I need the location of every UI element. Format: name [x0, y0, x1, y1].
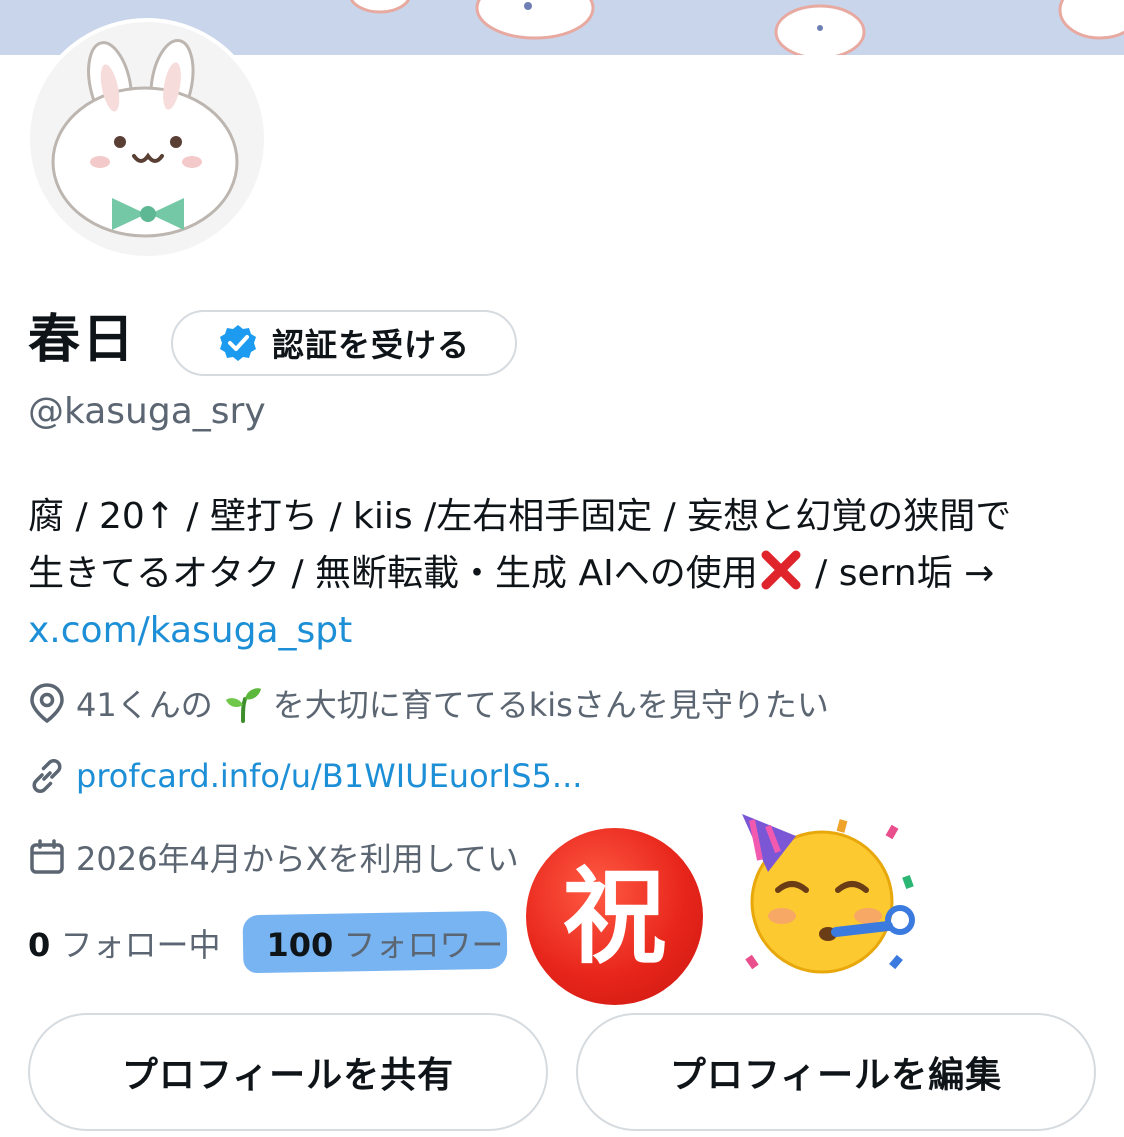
followers-count: 100: [266, 926, 334, 964]
bio-link[interactable]: x.com/kasuga_spt: [28, 602, 1108, 659]
bio-line-2-tail: / sern垢 →: [803, 553, 995, 594]
following-count: 0: [28, 926, 51, 964]
followers-stat[interactable]: 100 フォロワー: [260, 920, 509, 966]
location-pin-icon: [30, 683, 64, 724]
website-link[interactable]: profcard.info/u/B1WIUEuorIS5...: [76, 757, 582, 795]
profile-bio: 腐 / 20↑ / 壁打ち / kiis /左右相手固定 / 妄想と幻覚の狭間で…: [28, 488, 1108, 659]
cross-mark-emoji: [761, 550, 801, 590]
following-stat[interactable]: 0 フォロー中: [28, 920, 220, 966]
following-label: フォロー中: [60, 926, 221, 964]
location-row: 41くんの を大切に育ててるkisさんを見守りたい: [28, 680, 829, 726]
website-row[interactable]: profcard.info/u/B1WIUEuorIS5...: [28, 757, 582, 795]
follow-stats: 0 フォロー中 100 フォロワー: [28, 920, 509, 966]
get-verified-button[interactable]: 認証を受ける: [171, 310, 517, 376]
get-verified-label: 認証を受ける: [271, 326, 470, 364]
bio-line-2: 生きてるオタク / 無断転載・生成 AIへの使用 / sern垢 →: [28, 545, 1108, 602]
share-profile-button[interactable]: プロフィールを共有: [28, 1013, 548, 1131]
avatar-image: [30, 22, 264, 256]
stamp-text: 祝: [562, 855, 667, 978]
joined-row: 2026年4月からXを利用してい: [28, 834, 519, 880]
location-prefix: 41くんの: [76, 686, 213, 724]
link-icon: [32, 759, 62, 793]
avatar[interactable]: [28, 20, 266, 258]
verified-badge-icon: [219, 325, 256, 361]
calendar-icon: [30, 839, 64, 874]
followers-label: フォロワー: [343, 926, 504, 964]
sprout-emoji: [225, 688, 261, 723]
bio-line-2-text: 生きてるオタク / 無断転載・生成 AIへの使用: [28, 553, 758, 594]
bunny-avatar-icon: [51, 38, 239, 238]
location-suffix: を大切に育ててるkisさんを見守りたい: [272, 686, 829, 724]
bio-line-1: 腐 / 20↑ / 壁打ち / kiis /左右相手固定 / 妄想と幻覚の狭間で: [28, 496, 1012, 537]
celebration-stamp: 祝: [526, 828, 703, 1005]
edit-profile-button[interactable]: プロフィールを編集: [576, 1013, 1096, 1131]
display-name: 春日: [28, 310, 137, 370]
joined-date: 2026年4月からXを利用してい: [76, 840, 519, 878]
username-handle: @kasuga_sry: [28, 391, 266, 432]
partying-face-emoji: [742, 814, 915, 974]
